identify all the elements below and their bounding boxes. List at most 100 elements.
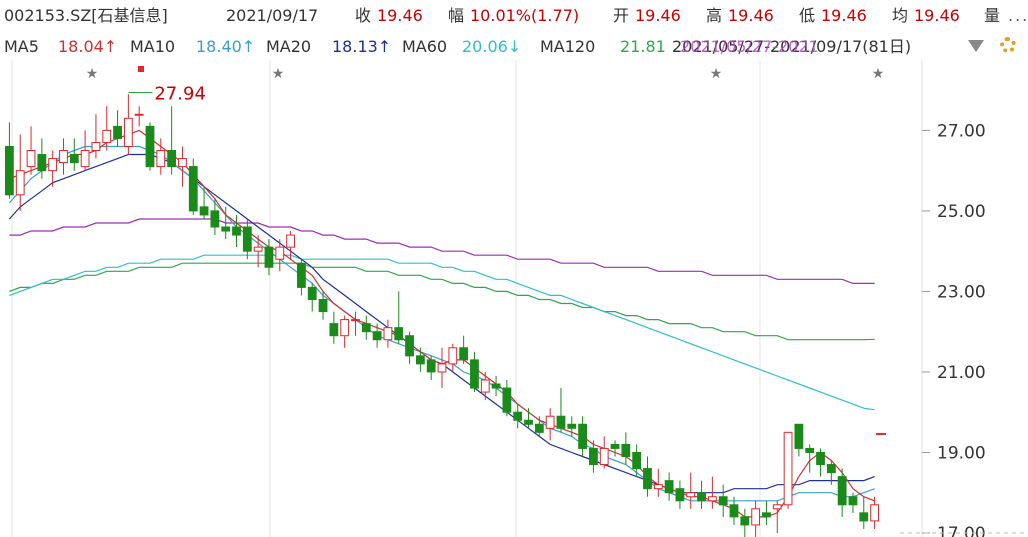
y-tick-label: 21.00 — [937, 363, 986, 383]
candle-body — [805, 447, 815, 453]
candle-body — [664, 480, 674, 494]
extreme-markers: 27.9416.72 — [128, 66, 886, 537]
candle-body — [437, 363, 447, 373]
candle-body — [837, 476, 847, 506]
candle-body — [329, 323, 339, 337]
ma-green-line — [9, 262, 875, 341]
candle-body — [524, 419, 533, 425]
candle-body — [534, 423, 544, 433]
candle-body — [113, 125, 122, 139]
candle-body — [697, 492, 706, 502]
stock-code-name[interactable]: 002153.SZ[石基信息] — [4, 5, 168, 27]
candle-body — [556, 415, 566, 429]
candle-body — [675, 488, 685, 502]
candlestick-chart[interactable]: ★ ★ ★ ★ 27.00 25.00 23.00 21.00 19.00 17.00 27.9… — [0, 60, 1028, 537]
candle-body — [178, 158, 187, 168]
candle-body — [145, 125, 155, 168]
candle-body — [589, 447, 598, 466]
high-label: 高 — [706, 6, 723, 25]
candle-body — [286, 234, 295, 248]
candle-body — [210, 210, 220, 228]
candle-body — [643, 468, 652, 490]
candle-body — [653, 484, 663, 490]
candle-body — [502, 387, 512, 413]
ma20-label: MA20 — [266, 37, 312, 56]
candle-body — [167, 150, 177, 168]
candle-body — [513, 411, 523, 421]
candle-body — [632, 451, 642, 470]
ma20-value: 18.13↑ — [332, 37, 392, 56]
settings-gear-icon[interactable] — [1000, 37, 1016, 53]
moving-average-lines — [8, 129, 875, 518]
close-value: 19.46 — [377, 6, 423, 25]
high-value: 19.46 — [728, 6, 774, 25]
open-label: 开 — [613, 6, 630, 25]
more-icon[interactable]: ... — [1008, 5, 1028, 27]
event-markers: ★ ★ ★ ★ — [86, 66, 885, 82]
event-star-icon: ★ — [86, 66, 99, 82]
candle-body — [718, 496, 728, 506]
candle-body — [859, 512, 869, 522]
candle-body — [621, 443, 631, 457]
candle-body — [123, 117, 133, 147]
candle-body — [751, 508, 761, 526]
candle-body — [740, 516, 750, 526]
candle-group — [5, 94, 879, 537]
low-value: 19.46 — [821, 6, 867, 25]
candle-body — [307, 286, 317, 300]
date-range-overlay: 2021/05/27-2021 — [680, 37, 819, 56]
candle-body — [578, 423, 587, 449]
ma60-label: MA60 — [402, 37, 448, 56]
candle-body — [351, 319, 360, 322]
high-marker-label: 27.94 — [154, 84, 206, 105]
candle-body — [232, 226, 241, 236]
candle-body — [253, 246, 263, 252]
candle-body — [383, 327, 393, 341]
ma20-line — [8, 153, 875, 494]
candle-body — [772, 504, 782, 510]
ma10-value: 18.40↑ — [196, 37, 256, 56]
candle-body — [15, 170, 25, 196]
candle-body — [221, 226, 231, 232]
candle-body — [48, 158, 58, 172]
candle-body — [134, 113, 144, 116]
ma5-label: MA5 — [4, 37, 39, 56]
change-label: 幅 — [448, 6, 465, 25]
avg-value: 19.46 — [914, 6, 960, 25]
ma10-line — [8, 145, 875, 502]
event-star-icon: ★ — [710, 66, 723, 82]
ma120-label: MA120 — [540, 37, 596, 56]
high-flag-icon — [138, 66, 144, 72]
ma10-label: MA10 — [130, 37, 176, 56]
candle-body — [415, 355, 425, 365]
candle-body — [426, 359, 436, 373]
candle-body — [686, 492, 696, 498]
candle-body — [340, 319, 350, 337]
ma5-line — [9, 129, 875, 518]
candle-body — [480, 379, 490, 393]
candle-body — [37, 154, 47, 172]
quote-info-bar: 002153.SZ[石基信息] 2021/09/17 收 19.46 幅 10.… — [0, 5, 1028, 27]
ma60-value: 20.06↓ — [462, 37, 522, 56]
candle-body — [275, 246, 285, 260]
y-tick-label: 27.00 — [937, 121, 986, 141]
candle-body — [264, 246, 274, 268]
candle-body — [242, 226, 252, 252]
low-label: 低 — [799, 6, 816, 25]
candle-body — [5, 145, 14, 196]
candle-body — [707, 496, 717, 502]
event-star-icon: ★ — [872, 66, 885, 82]
dropdown-triangle-icon[interactable] — [968, 40, 984, 52]
ma120-line — [9, 218, 875, 284]
candle-body — [870, 504, 879, 522]
candle-body — [361, 323, 371, 333]
candle-body — [491, 383, 501, 389]
ma5-value: 18.04↑ — [58, 37, 118, 56]
y-tick-label: 19.00 — [937, 443, 986, 463]
candle-body — [816, 451, 825, 466]
candle-body — [80, 150, 90, 168]
close-label: 收 — [355, 6, 372, 25]
candle-body — [848, 496, 858, 506]
candle-body — [91, 141, 101, 152]
candle-body — [448, 347, 458, 365]
